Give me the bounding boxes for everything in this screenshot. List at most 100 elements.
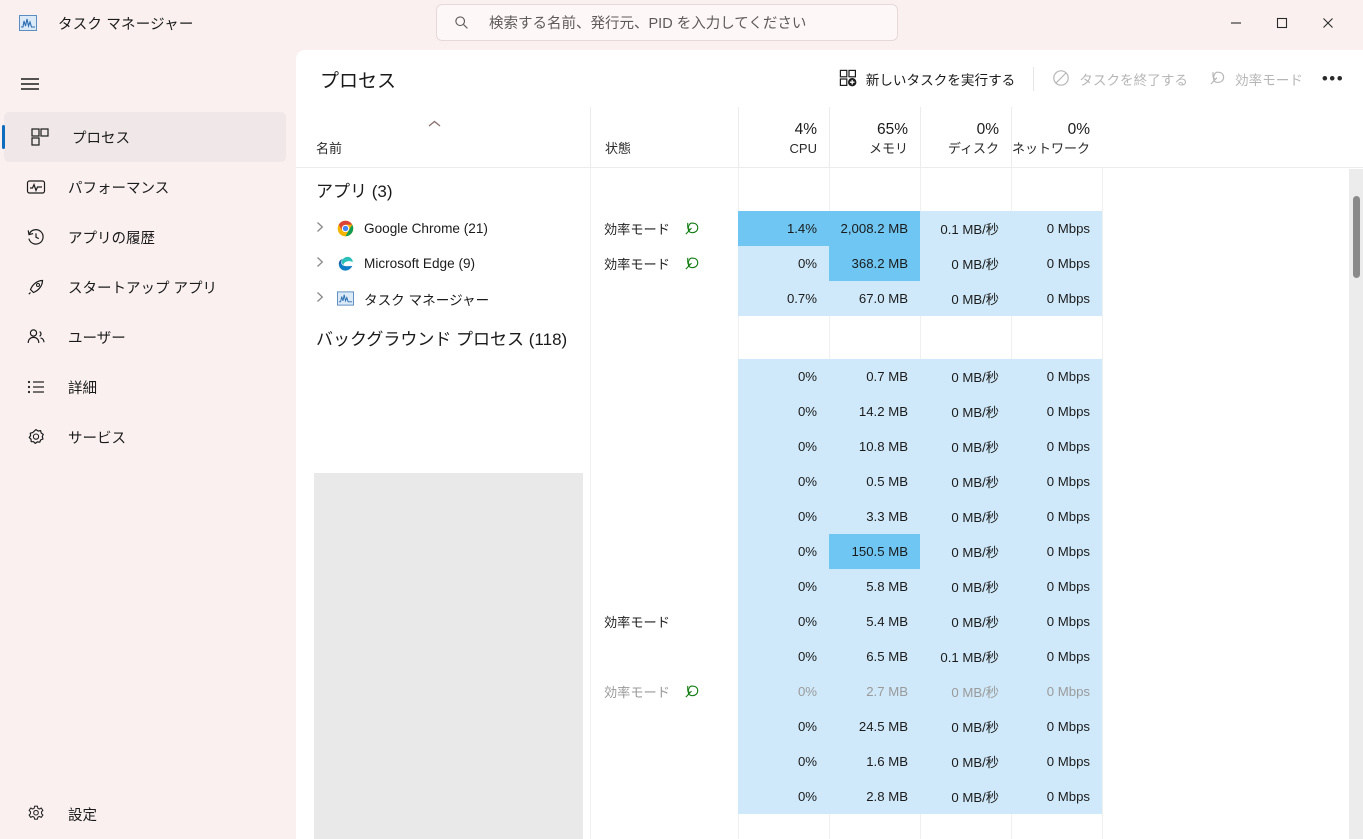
table-row[interactable]: Microsoft Edge (9) 効率モード 0% 368.2 MB 0 MB/秒 0… <box>296 246 1363 281</box>
sidebar-item-label: パフォーマンス <box>68 180 170 197</box>
task-manager-icon <box>18 13 38 33</box>
users-icon <box>24 325 48 349</box>
memory-cell: 5.4 MB <box>829 604 920 639</box>
memory-cell: 0.5 MB <box>829 464 920 499</box>
disk-cell: 0.1 MB/秒 <box>920 211 1011 246</box>
column-header-label: 名前 <box>316 141 343 157</box>
search-box[interactable]: 検索する名前、発行元、PID を入力してください <box>436 4 898 41</box>
history-icon <box>24 225 48 249</box>
column-header-name[interactable]: 名前 <box>296 107 590 167</box>
network-cell: 0 Mbps <box>1011 211 1102 246</box>
column-header-state[interactable]: 状態 <box>590 107 738 167</box>
end-task-button[interactable]: タスクを終了する <box>1042 62 1198 96</box>
network-cell: 0 Mbps <box>1011 569 1102 604</box>
sidebar-item-performance[interactable]: パフォーマンス <box>0 162 292 212</box>
disk-cell: 0 MB/秒 <box>920 534 1011 569</box>
disk-cell: 0 MB/秒 <box>920 744 1011 779</box>
disk-cell: 0 MB/秒 <box>920 429 1011 464</box>
sidebar-item-label: ユーザー <box>68 330 126 347</box>
column-total-network: 0% <box>1067 121 1090 139</box>
new-task-icon <box>839 69 857 90</box>
run-new-task-button[interactable]: 新しいタスクを実行する <box>829 62 1026 96</box>
column-header-cpu[interactable]: 4% CPU <box>738 107 829 167</box>
chevron-right-icon[interactable] <box>316 291 332 306</box>
run-new-task-label: 新しいタスクを実行する <box>865 73 1016 88</box>
processes-icon <box>28 125 52 149</box>
task-manager-window: タスク マネージャー 検索する名前、発行元、PID を入力してください プロセス… <box>0 0 1363 839</box>
memory-cell: 10.8 MB <box>829 429 920 464</box>
search-icon <box>453 15 469 31</box>
network-cell: 0 Mbps <box>1011 639 1102 674</box>
vertical-scrollbar-thumb[interactable] <box>1353 196 1360 278</box>
sidebar-item-details[interactable]: 詳細 <box>0 362 292 412</box>
sidebar-item-app-history[interactable]: アプリの履歴 <box>0 212 292 262</box>
disk-cell: 0 MB/秒 <box>920 569 1011 604</box>
network-cell: 0 Mbps <box>1011 394 1102 429</box>
table-row[interactable]: 0% 0.7 MB 0 MB/秒 0 Mbps <box>296 359 1363 394</box>
process-state-label: 効率モード <box>604 615 670 630</box>
page-title: プロセス <box>320 70 397 92</box>
sidebar-item-services[interactable]: サービス <box>0 412 292 462</box>
column-header-memory[interactable]: 65% メモリ <box>829 107 920 167</box>
vertical-scrollbar-track[interactable] <box>1349 169 1363 839</box>
hamburger-icon[interactable] <box>6 60 54 108</box>
network-cell: 0 Mbps <box>1011 744 1102 779</box>
sort-ascending-icon <box>428 120 441 128</box>
search-input[interactable]: 検索する名前、発行元、PID を入力してください <box>489 12 806 33</box>
memory-cell: 2.7 MB <box>829 674 920 709</box>
sidebar-item-users[interactable]: ユーザー <box>0 312 292 362</box>
disk-cell: 0 MB/秒 <box>920 499 1011 534</box>
network-cell: 0 Mbps <box>1011 674 1102 709</box>
process-state-label: 効率モード <box>604 685 670 700</box>
table-row[interactable]: 0% 14.2 MB 0 MB/秒 0 Mbps <box>296 394 1363 429</box>
sidebar-item-processes[interactable]: プロセス <box>2 112 286 162</box>
network-cell: 0 Mbps <box>1011 499 1102 534</box>
table-row[interactable]: 0% 10.8 MB 0 MB/秒 0 Mbps <box>296 429 1363 464</box>
sidebar-item-settings[interactable]: 設定 <box>0 789 292 839</box>
chevron-right-icon[interactable] <box>316 256 332 271</box>
maximize-button[interactable] <box>1259 0 1305 46</box>
column-header-disk[interactable]: 0% ディスク <box>920 107 1011 167</box>
efficiency-mode-button[interactable]: 効率モード <box>1198 62 1313 96</box>
table-row[interactable]: Google Chrome (21) 効率モード 1.4% 2,008.2 MB 0.1… <box>296 211 1363 246</box>
chevron-right-icon[interactable] <box>316 221 332 236</box>
network-cell: 0 Mbps <box>1011 281 1102 316</box>
minimize-button[interactable] <box>1213 0 1259 46</box>
cpu-cell: 0% <box>738 779 829 814</box>
column-header-label: CPU <box>789 141 817 157</box>
cpu-cell: 0.7% <box>738 281 829 316</box>
process-group-label: アプリ (3) <box>316 182 393 201</box>
sidebar-item-label: プロセス <box>72 130 130 147</box>
memory-cell: 14.2 MB <box>829 394 920 429</box>
cpu-cell: 0% <box>738 709 829 744</box>
process-state-cell: 効率モード <box>590 682 738 701</box>
leaf-icon <box>682 255 700 273</box>
table-row[interactable]: タスク マネージャー 0.7% 67.0 MB 0 MB/秒 0 Mbps <box>296 281 1363 316</box>
toolbar: プロセス 新しいタスクを実行する タスクを終了する 効率モード ••• <box>296 50 1363 108</box>
process-name-label: Google Chrome (21) <box>364 221 488 236</box>
column-header-network[interactable]: 0% ネットワーク <box>1011 107 1102 167</box>
performance-icon <box>24 175 48 199</box>
column-header-label: ディスク <box>947 141 999 157</box>
edge-icon <box>336 255 354 273</box>
sidebar-item-startup-apps[interactable]: スタートアップ アプリ <box>0 262 292 312</box>
cpu-cell: 0% <box>738 744 829 779</box>
cpu-cell: 0% <box>738 499 829 534</box>
memory-cell: 2,008.2 MB <box>829 211 920 246</box>
network-cell: 0 Mbps <box>1011 709 1102 744</box>
memory-cell: 24.5 MB <box>829 709 920 744</box>
column-header-label: 状態 <box>605 141 632 157</box>
close-button[interactable] <box>1305 0 1351 46</box>
process-name-cell: タスク マネージャー <box>296 289 590 309</box>
memory-cell: 150.5 MB <box>829 534 920 569</box>
end-task-label: タスクを終了する <box>1079 73 1189 88</box>
disk-cell: 0 MB/秒 <box>920 674 1011 709</box>
network-cell: 0 Mbps <box>1011 779 1102 814</box>
network-cell: 0 Mbps <box>1011 604 1102 639</box>
more-options-button[interactable]: ••• <box>1313 69 1353 89</box>
title-bar: タスク マネージャー 検索する名前、発行元、PID を入力してください <box>0 0 1363 46</box>
sidebar-nav: プロセス パフォーマンス アプリの履歴 スタートアップ アプリ ユーザー 詳細 … <box>0 112 292 462</box>
gear-icon <box>24 802 48 826</box>
memory-cell: 6.5 MB <box>829 639 920 674</box>
process-group-label: バックグラウンド プロセス (118) <box>316 330 568 349</box>
